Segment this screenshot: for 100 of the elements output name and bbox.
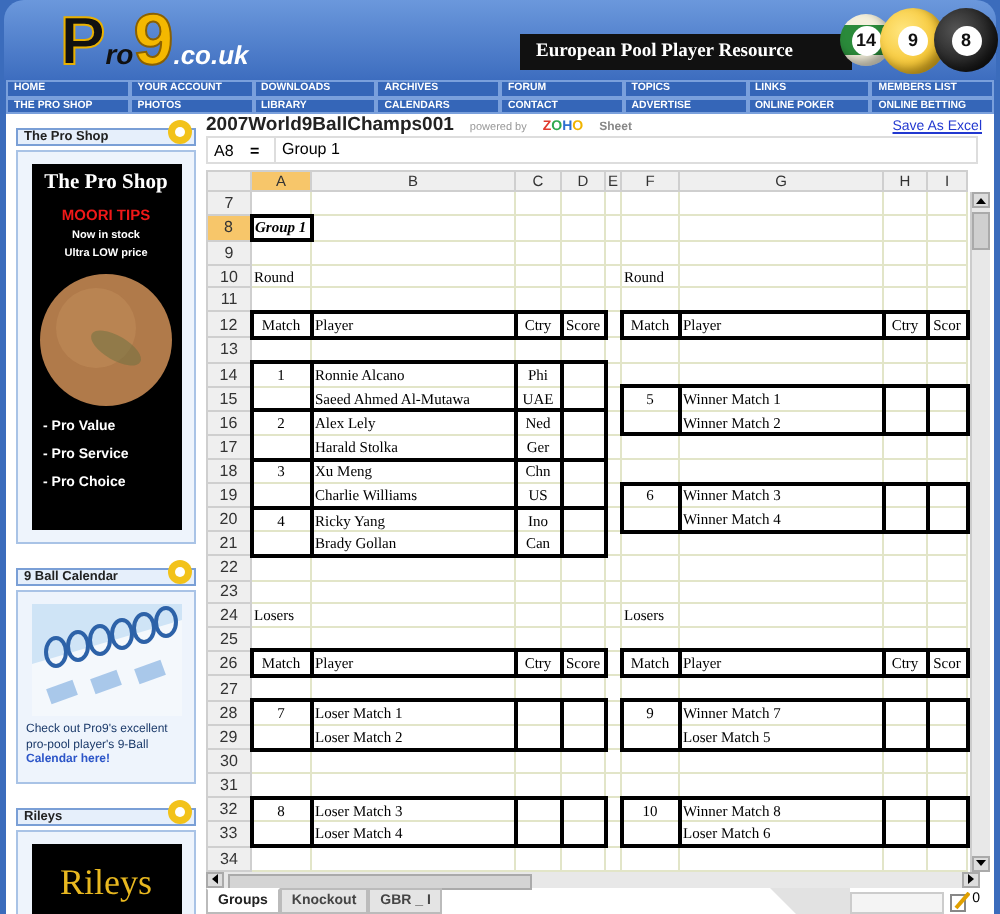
row-header[interactable]: 25 <box>207 626 251 651</box>
scrollbar-thumb[interactable] <box>971 212 989 250</box>
row-header[interactable]: 28 <box>207 700 251 726</box>
empty-cell <box>561 821 605 847</box>
row-header[interactable]: 18 <box>207 459 251 484</box>
empty-cell <box>883 215 927 241</box>
pool-ball-icon <box>166 120 194 144</box>
row-header[interactable]: 10 <box>207 264 251 288</box>
empty-cell <box>883 483 927 508</box>
empty-cell <box>621 555 679 580</box>
ad-heading: The Pro Shop <box>44 172 168 194</box>
empty-cell <box>621 531 679 556</box>
pool-ball-icon <box>166 799 194 824</box>
row-header[interactable]: 33 <box>207 821 251 847</box>
empty-cell <box>561 264 605 288</box>
row-header[interactable]: 26 <box>207 650 251 676</box>
row-header[interactable]: 34 <box>207 846 251 871</box>
empty-cell <box>927 191 967 216</box>
row-header[interactable]: 12 <box>207 311 251 338</box>
row-header[interactable]: 19 <box>207 483 251 508</box>
empty-cell <box>561 386 605 411</box>
row-header[interactable]: 31 <box>207 773 251 798</box>
empty-cell <box>621 821 679 847</box>
row-header[interactable]: 11 <box>207 287 251 312</box>
site-tagline: European Pool Player Resource <box>520 34 852 70</box>
formula-field[interactable]: Group 1 <box>274 138 976 162</box>
rileys-logo[interactable]: Rileys <box>31 843 181 914</box>
row-header[interactable]: 9 <box>207 240 251 265</box>
empty-cell <box>621 507 679 532</box>
empty-cell <box>561 725 605 750</box>
empty-cell <box>621 240 679 265</box>
empty-cell <box>561 555 605 580</box>
row-header[interactable]: 30 <box>207 749 251 774</box>
down-arrow-icon[interactable] <box>975 860 985 867</box>
right-arrow-icon[interactable] <box>968 874 974 885</box>
row-header[interactable]: 14 <box>207 362 251 387</box>
cell-reference: A8 <box>212 141 236 159</box>
row-header[interactable]: 23 <box>207 580 251 604</box>
row-header[interactable]: 32 <box>207 797 251 822</box>
row-header[interactable]: 13 <box>207 337 251 363</box>
empty-cell <box>561 797 605 822</box>
empty-cell <box>561 846 605 871</box>
site-logo[interactable]: Pro9.co.uk <box>60 5 520 75</box>
empty-cell <box>561 459 605 484</box>
empty-cell <box>927 386 967 411</box>
empty-cell <box>561 191 605 216</box>
empty-cell <box>515 555 561 580</box>
row-header[interactable]: 17 <box>207 434 251 460</box>
left-arrow-icon[interactable] <box>212 874 218 885</box>
empty-cell <box>515 725 561 750</box>
row-header[interactable]: 22 <box>207 555 251 580</box>
row-header[interactable]: 16 <box>207 410 251 435</box>
ball-number: 14 <box>851 25 881 55</box>
empty-cell <box>561 603 605 627</box>
row-header[interactable]: 27 <box>207 675 251 701</box>
empty-cell <box>561 362 605 387</box>
empty-cell <box>927 555 967 580</box>
up-arrow-icon[interactable] <box>975 197 985 203</box>
empty-cell <box>515 580 561 604</box>
empty-cell <box>927 749 967 774</box>
empty-cell <box>883 580 927 604</box>
empty-cell <box>515 846 561 871</box>
empty-cell <box>883 603 927 627</box>
empty-cell <box>883 797 927 822</box>
empty-cell <box>927 483 967 508</box>
empty-cell <box>621 215 679 241</box>
empty-cell <box>621 725 679 750</box>
empty-cell <box>515 240 561 265</box>
empty-cell <box>515 749 561 774</box>
empty-cell <box>883 531 927 556</box>
empty-cell <box>883 434 927 460</box>
empty-cell <box>927 240 967 265</box>
empty-cell <box>883 386 927 411</box>
row-header[interactable]: 7 <box>207 191 251 216</box>
row-header[interactable]: 20 <box>207 507 251 532</box>
vertical-scrollbar[interactable] <box>969 192 989 872</box>
empty-cell <box>561 580 605 604</box>
empty-cell <box>621 410 679 435</box>
empty-cell <box>515 700 561 726</box>
empty-cell <box>561 240 605 265</box>
empty-cell <box>927 434 967 460</box>
row-header[interactable]: 8 <box>207 215 251 241</box>
empty-cell <box>883 191 927 216</box>
empty-cell <box>927 337 967 363</box>
empty-cell <box>927 215 967 241</box>
empty-cell <box>883 337 927 363</box>
scrollbar-thumb[interactable] <box>228 873 532 890</box>
empty-cell <box>515 215 561 241</box>
row-header[interactable]: 29 <box>207 725 251 750</box>
pool-ball-icon <box>166 560 194 584</box>
empty-cell <box>621 191 679 216</box>
empty-cell <box>621 749 679 774</box>
empty-cell <box>883 410 927 435</box>
empty-cell <box>927 700 967 726</box>
row-header[interactable]: 24 <box>207 603 251 627</box>
ball-number: 8 <box>951 25 981 55</box>
empty-cell <box>883 264 927 288</box>
row-header[interactable]: 21 <box>207 531 251 556</box>
row-header[interactable]: 15 <box>207 386 251 411</box>
empty-cell <box>927 846 967 871</box>
